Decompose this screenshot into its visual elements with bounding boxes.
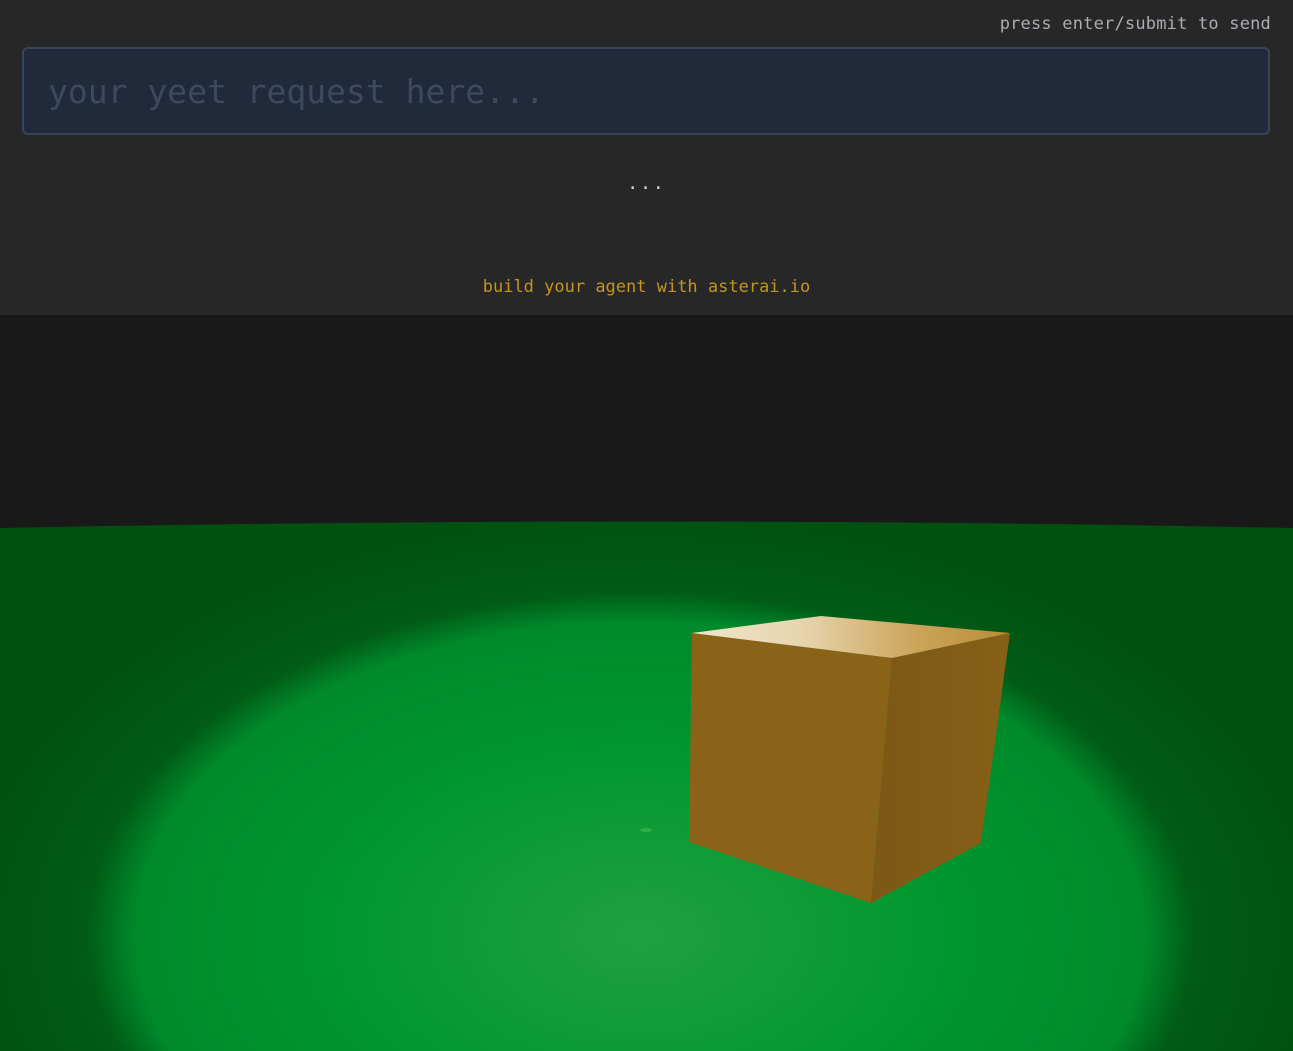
3d-scene-canvas[interactable] [0,315,1293,1051]
prompt-input[interactable] [22,47,1270,135]
asterai-link[interactable]: build your agent with asterai.io [483,277,811,297]
submit-hint: press enter/submit to send [999,14,1271,34]
promo-line: build your agent with asterai.io [0,277,1293,297]
loading-indicator: ... [627,173,666,194]
ground-light-spot [640,828,652,832]
top-panel: press enter/submit to send ... build you… [0,0,1293,315]
ground-plane [0,521,1293,1051]
